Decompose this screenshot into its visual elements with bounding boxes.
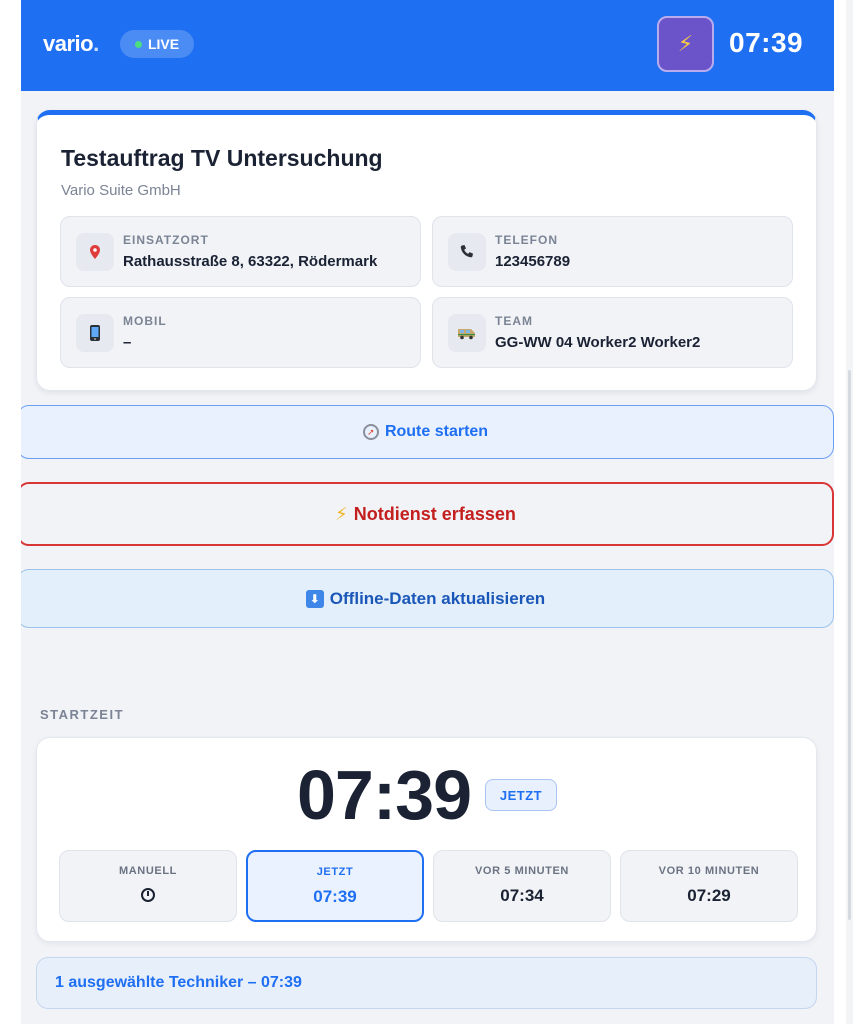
route-start-button[interactable]: ➚ Route starten — [21, 405, 834, 459]
technician-summary[interactable]: 1 ausgewählte Techniker – 07:39 — [36, 957, 817, 1009]
top-bar: vario. LIVE ⚡ 07:39 — [21, 0, 834, 91]
order-company: Vario Suite GmbH — [61, 182, 181, 199]
route-start-label: Route starten — [384, 423, 489, 440]
emergency-quick-button[interactable]: ⚡ — [657, 16, 714, 72]
scrollbar[interactable] — [846, 0, 853, 1024]
compass-icon: ➚ — [362, 424, 379, 440]
time-option-label: JETZT — [316, 866, 354, 878]
order-card: Testauftrag TV Untersuchung Vario Suite … — [36, 110, 817, 391]
offline-data-refresh-label: Offline-Daten aktualisieren — [329, 588, 546, 608]
app-screen: vario. LIVE ⚡ 07:39 Testauftrag TV Unter… — [21, 0, 834, 1024]
info-label: TEAM — [495, 314, 533, 328]
mobile-phone-icon — [76, 314, 114, 352]
info-value: Rathausstraße 8, 63322, Rödermark — [123, 253, 378, 270]
stopwatch-icon — [60, 886, 236, 907]
phone-icon — [448, 233, 486, 271]
time-option-value: 07:29 — [687, 886, 731, 905]
download-arrow-icon: ⬇ — [305, 589, 324, 608]
time-option-label: MANUELL — [119, 865, 177, 877]
info-tile-location[interactable]: EINSATZORT Rathausstraße 8, 63322, Röder… — [60, 216, 421, 287]
emergency-service-label: Notdienst erfassen — [353, 503, 516, 524]
van-icon — [448, 314, 486, 352]
info-label: TELEFON — [495, 233, 558, 247]
time-option-now[interactable]: JETZT 07:39 — [246, 850, 424, 922]
selected-start-time: 07:39 — [297, 756, 472, 834]
vario-logo: vario. — [43, 31, 99, 56]
time-option-label: VOR 10 MINUTEN — [658, 865, 760, 877]
map-pin-icon — [76, 233, 114, 271]
lightning-bolt-icon: ⚡ — [677, 31, 694, 56]
info-label: EINSATZORT — [123, 233, 209, 247]
order-title: Testauftrag TV Untersuchung — [61, 145, 383, 171]
start-time-card: 07:39 JETZT MANUELL JETZT 07:39 VOR 5 MI… — [36, 737, 817, 942]
info-tile-phone[interactable]: TELEFON 123456789 — [432, 216, 793, 287]
info-tile-team[interactable]: TEAM GG-WW 04 Worker2 Worker2 — [432, 297, 793, 368]
info-value: 123456789 — [495, 253, 571, 270]
info-label: MOBIL — [123, 314, 167, 328]
time-option-manual[interactable]: MANUELL — [59, 850, 237, 922]
info-tile-mobile[interactable]: MOBIL – — [60, 297, 421, 368]
live-label: LIVE — [147, 36, 180, 52]
live-badge: LIVE — [120, 30, 194, 58]
emergency-service-button[interactable]: ⚡ Notdienst erfassen — [21, 482, 834, 546]
time-option-label: VOR 5 MINUTEN — [475, 865, 569, 877]
scrollbar-thumb[interactable] — [848, 370, 851, 920]
header-clock: 07:39 — [729, 27, 804, 58]
time-option-5-minutes[interactable]: VOR 5 MINUTEN 07:34 — [433, 850, 611, 922]
time-option-value: 07:34 — [500, 886, 544, 905]
live-status-dot-icon — [134, 40, 142, 48]
offline-data-refresh-button[interactable]: ⬇ Offline-Daten aktualisieren — [21, 569, 834, 628]
lightning-bolt-icon: ⚡ — [335, 503, 348, 524]
time-option-10-minutes[interactable]: VOR 10 MINUTEN 07:29 — [620, 850, 798, 922]
info-value: GG-WW 04 Worker2 Worker2 — [495, 334, 701, 351]
time-option-value: 07:39 — [313, 887, 357, 906]
startzeit-section-label: STARTZEIT — [40, 707, 125, 722]
info-value: – — [123, 334, 132, 351]
now-badge: JETZT — [485, 779, 557, 811]
